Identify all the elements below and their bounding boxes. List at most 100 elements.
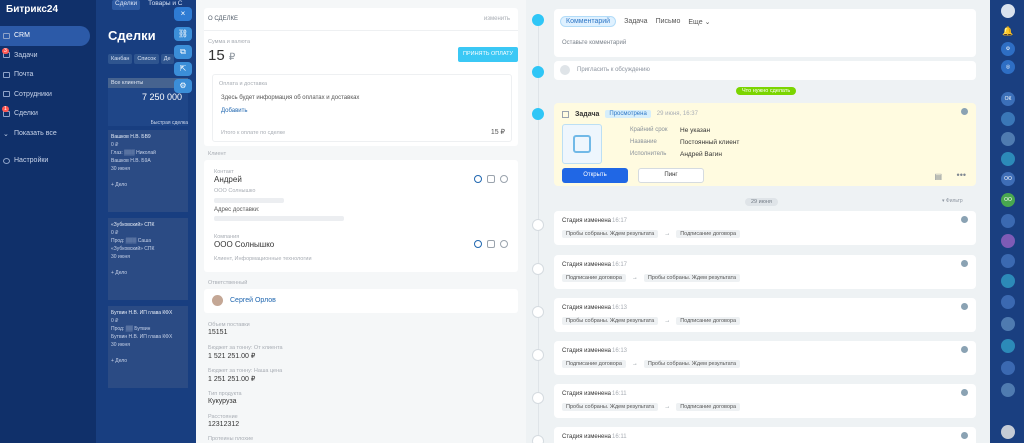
open-new-window-icon[interactable]: ⇱ xyxy=(174,62,192,76)
deal-card-add-activity[interactable]: + Дело xyxy=(111,270,127,276)
sidebar-item-tasks[interactable]: 3 Задачи xyxy=(0,46,96,66)
payment-info: Здесь будет информация об оплатах и дост… xyxy=(221,95,360,101)
filter-icon: ▾ xyxy=(942,198,945,204)
view-other[interactable]: Де xyxy=(160,54,174,64)
settings-icon[interactable]: ⚙ xyxy=(1001,42,1015,56)
task-row-value[interactable]: Постоянный клиент xyxy=(680,139,739,146)
dock-badge[interactable]: ОО xyxy=(1001,172,1015,186)
comment-input[interactable]: Оставьте комментарий xyxy=(562,40,626,46)
chat-icon[interactable] xyxy=(500,175,508,183)
field-value[interactable]: 1 251 251.00 ₽ xyxy=(208,375,255,383)
tab-task[interactable]: Задача xyxy=(624,16,648,27)
dock-contact[interactable] xyxy=(1001,214,1015,228)
edit-section-link[interactable]: изменить xyxy=(484,16,510,22)
dock-contact[interactable] xyxy=(1001,112,1015,126)
dock-contact[interactable] xyxy=(1001,295,1015,309)
settings-icon[interactable]: ⚙ xyxy=(174,79,192,93)
checkbox-icon[interactable] xyxy=(562,110,569,118)
sidebar-item-employees[interactable]: Сотрудники xyxy=(0,85,96,105)
tab-email[interactable]: Письмо xyxy=(656,16,681,27)
quick-deal-button[interactable]: Быстрая сделка xyxy=(151,120,188,126)
dock-contact[interactable] xyxy=(1001,339,1015,353)
copy-link-icon[interactable]: ⧉ xyxy=(174,45,192,59)
chat-icon[interactable]: ◎ xyxy=(1001,60,1015,74)
link-icon[interactable]: ⛓ xyxy=(174,27,192,41)
company-name[interactable]: ООО Солнышко xyxy=(214,240,274,249)
deal-card[interactable]: «Зубковский» СПК 0 ₽ Прод: ▒▒▒ Саша «Зуб… xyxy=(108,218,188,300)
sidebar-item-crm[interactable]: CRM xyxy=(0,26,90,46)
deal-card-line: Вашков Н.В. Б9А xyxy=(111,158,151,164)
deal-card[interactable]: Бутвин Н.В. ИП глава КФХ 0 ₽ Прод: ▒▒ Бу… xyxy=(108,306,188,388)
deal-card-add-activity[interactable]: + Дело xyxy=(111,182,127,188)
close-slider-button[interactable]: × xyxy=(174,7,192,21)
chevron-down-icon: ⌄ xyxy=(3,131,9,139)
more-icon[interactable]: ••• xyxy=(957,170,966,180)
responsible-card[interactable]: Сергей Орлов xyxy=(204,289,518,313)
task-item: Задача Просмотрена 29 июня, 16:37 Крайни… xyxy=(554,103,976,186)
task-row-value: Не указан xyxy=(680,127,711,134)
ping-button[interactable]: Пинг xyxy=(638,168,704,183)
sidebar-item-settings[interactable]: Настройки xyxy=(0,151,96,171)
dock-badge[interactable]: ОК xyxy=(1001,92,1015,106)
tab-comment[interactable]: Комментарий xyxy=(560,16,617,27)
bell-icon[interactable]: 🔔 xyxy=(1001,24,1015,38)
deal-card-title: «Зубковский» СПК xyxy=(111,222,155,228)
deal-card[interactable]: Вашков Н.В. БВ9 0 ₽ Глаз: ▒▒▒ Николай Ва… xyxy=(108,130,188,212)
deal-card-line: Прод: ▒▒▒ Саша xyxy=(111,238,151,244)
comment-icon xyxy=(532,14,544,26)
add-payment-link[interactable]: Добавить xyxy=(221,108,248,114)
sum-value-row[interactable]: 15 ₽ xyxy=(208,47,235,64)
field-value[interactable]: 15151 xyxy=(208,329,227,336)
deal-section-title: О СДЕЛКЕ xyxy=(208,16,239,22)
chat-icon[interactable] xyxy=(500,240,508,248)
accept-payment-button[interactable]: ПРИНЯТЬ ОПЛАТУ xyxy=(458,47,518,62)
view-kanban[interactable]: Канбан xyxy=(108,54,133,64)
dock-contact[interactable] xyxy=(1001,132,1015,146)
dock-badge[interactable]: ОО xyxy=(1001,193,1015,207)
field-label: Бюджет за тонну: От клиента xyxy=(208,345,283,351)
crm-tab-deals[interactable]: Сделки xyxy=(112,0,141,10)
note-icon[interactable]: ▤ xyxy=(934,172,942,181)
deal-card-add-activity[interactable]: + Дело xyxy=(111,358,127,364)
dock-contact[interactable] xyxy=(1001,274,1015,288)
dock-contact[interactable] xyxy=(1001,254,1015,268)
deal-card-line: Прод: ▒▒ Бутвин xyxy=(111,326,151,332)
dock-contact[interactable] xyxy=(1001,361,1015,375)
stage-from: Подписание договора xyxy=(562,274,626,282)
sidebar-item-show-all[interactable]: ⌄ Показать все xyxy=(0,124,96,144)
dock-contact[interactable] xyxy=(1001,152,1015,166)
phone-icon[interactable] xyxy=(474,175,482,183)
invite-discussion[interactable]: Пригласить к обсуждению xyxy=(554,61,976,80)
payment-block: Оплата и доставка Здесь будет информация… xyxy=(212,74,512,142)
mail-icon[interactable] xyxy=(487,240,495,248)
field-value[interactable]: Кукуруза xyxy=(208,398,237,405)
phone-icon[interactable] xyxy=(474,240,482,248)
history-icon xyxy=(532,219,544,231)
timeline-filter[interactable]: ▾ Фильтр xyxy=(942,198,963,204)
view-list[interactable]: Список xyxy=(134,54,159,64)
contact-name[interactable]: Андрей xyxy=(214,175,242,184)
responsible-label: Ответственный xyxy=(208,280,248,286)
avatar[interactable] xyxy=(1001,4,1015,18)
sidebar-item-deals[interactable]: 1 Сделки xyxy=(0,104,96,124)
avatar[interactable] xyxy=(1001,425,1015,439)
dock-contact[interactable] xyxy=(1001,234,1015,248)
deal-card-title: Бутвин Н.В. ИП глава КФХ xyxy=(111,310,173,316)
field-value[interactable]: 12312312 xyxy=(208,421,239,428)
timeline-line xyxy=(538,20,539,443)
mail-icon[interactable] xyxy=(487,175,495,183)
tab-more[interactable]: Еще ⌄ xyxy=(688,16,710,27)
task-time: 29 июня, 16:37 xyxy=(656,111,698,117)
responsible-name[interactable]: Сергей Орлов xyxy=(230,297,276,304)
dock-contact[interactable] xyxy=(1001,383,1015,397)
sidebar-item-mail[interactable]: Почта xyxy=(0,65,96,85)
app-logo: Битрикс24 xyxy=(6,4,59,15)
contact-company: ООО Солнышко xyxy=(214,188,256,194)
open-task-button[interactable]: Открыть xyxy=(562,168,628,183)
timeline-event: Стадия изменена 16:17 Пробы собраны. Ждем… xyxy=(554,211,976,245)
dock-contact[interactable] xyxy=(1001,317,1015,331)
task-row-value[interactable]: Андрей Вагин xyxy=(680,151,722,158)
deal-about-card: О СДЕЛКЕ изменить Сумма и валюта 15 ₽ ПР… xyxy=(204,8,518,146)
field-value[interactable]: 1 521 251.00 ₽ xyxy=(208,352,255,360)
crm-page-title: Сделки xyxy=(108,28,156,43)
